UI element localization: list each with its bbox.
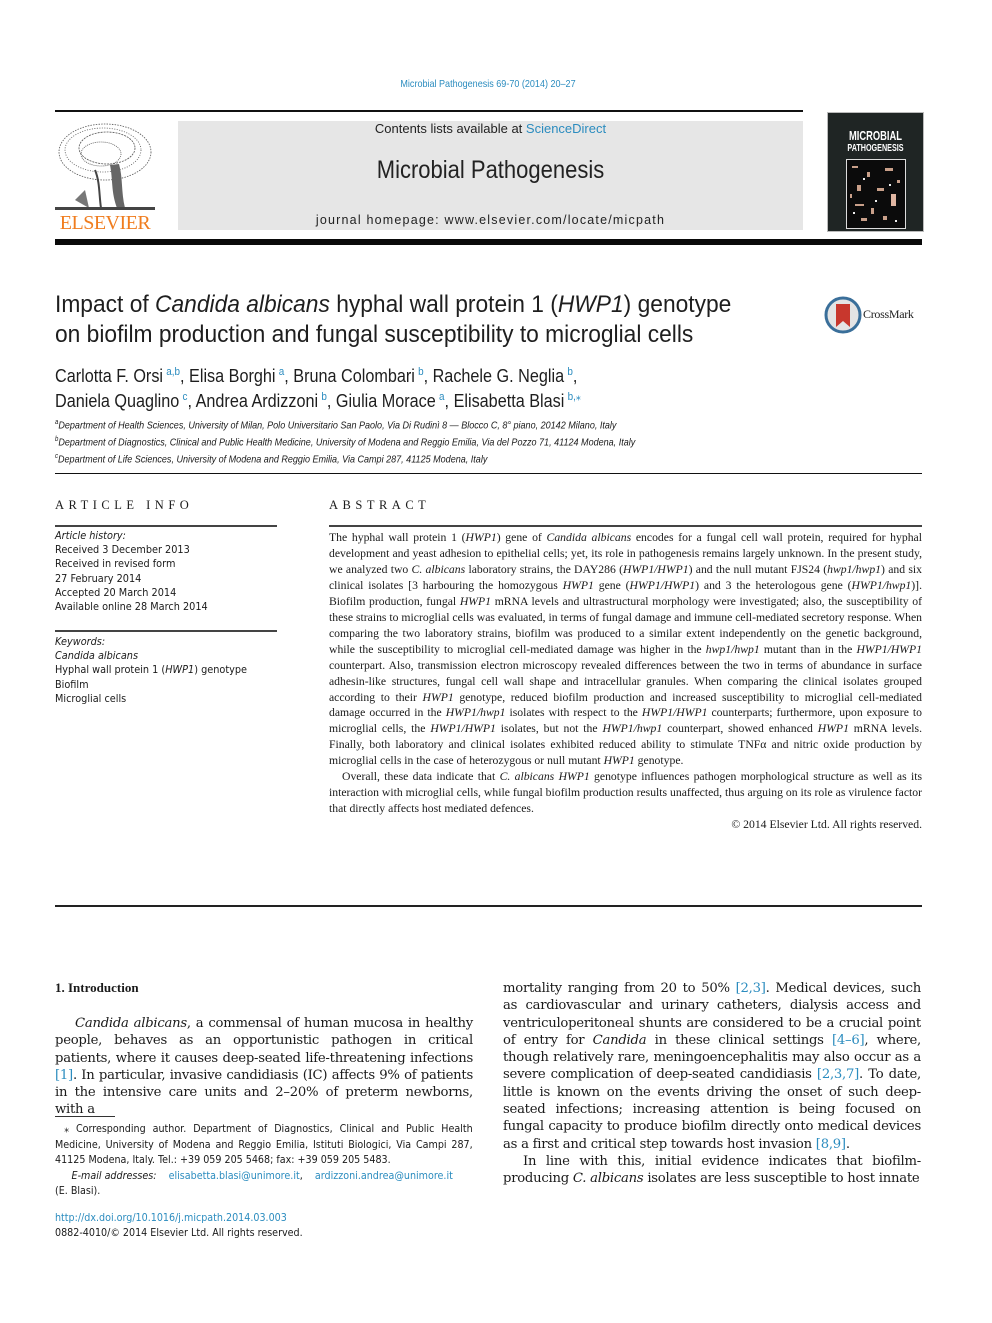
title-gene: HWP1 [557,291,624,318]
article-info-rule [55,525,277,527]
history-item: Received 3 December 2013 [55,543,190,557]
intro-left-column: Candida albicans, a commensal of human m… [55,1015,473,1119]
author[interactable]: Carlotta F. Orsi a,b [55,366,180,386]
keywords: Keywords: Candida albicans Hyphal wall p… [55,635,262,706]
article-title: Impact of Candida albicans hyphal wall p… [55,290,762,350]
keyword: Hyphal wall protein 1 (HWP1) genotype [55,663,248,677]
abstract-rule [329,525,922,527]
cover-title-line2: PATHOGENESIS [847,143,904,154]
keyword: Candida albicans [55,649,139,663]
author[interactable]: Elisa Borghi a [189,366,284,386]
affiliation: cDepartment of Life Sciences, University… [55,453,488,466]
keywords-label: Keywords: [55,635,106,648]
reference-link[interactable]: [1] [55,1068,73,1083]
author[interactable]: Giulia Morace a [336,391,445,411]
author-list: Carlotta F. Orsi a,b, Elisa Borghi a, Br… [55,366,581,411]
author[interactable]: Andrea Ardizzoni b [196,391,327,411]
contents-line: Contents lists available at ScienceDirec… [178,121,803,136]
intro-paragraph: Candida albicans, a commensal of human m… [55,1016,473,1118]
intro-paragraph: mortality ranging from 20 to 50% [2,3]. … [503,981,922,1152]
cover-micrograph [846,159,906,229]
contents-prefix: Contents lists available at [374,121,526,136]
title-part: Impact of [55,291,156,318]
author[interactable]: Elisabetta Blasi b,⁎ [454,391,581,411]
header-rule [55,110,803,112]
history-item: Available online 28 March 2014 [55,600,208,614]
journal-citation-link[interactable]: Microbial Pathogenesis 69-70 (2014) 20–2… [68,78,907,90]
email-link[interactable]: ardizzoni.andrea@unimore.it [315,1170,453,1182]
keyword: Biofilm [55,677,89,691]
abstract-bottom-rule [55,905,922,907]
history-item: 27 February 2014 [55,571,142,585]
author[interactable]: Rachele G. Neglia b [433,366,573,386]
elsevier-wordmark: ELSEVIER [59,212,151,234]
footnote-rule [55,1116,115,1117]
issn-copyright: 0882-4010/© 2014 Elsevier Ltd. All right… [55,1227,303,1239]
article-history: Article history: Received 3 December 201… [55,529,262,614]
email-label: E-mail addresses: [71,1169,157,1182]
keyword: Microglial cells [55,691,127,705]
reference-link[interactable]: [2,3,7] [817,1067,859,1082]
crossmark-label: CrossMark [863,307,914,321]
doi-block: http://dx.doi.org/10.1016/j.micpath.2014… [55,1211,303,1241]
title-part: hyphal wall protein 1 ( [329,291,558,318]
history-label: Article history: [55,529,126,542]
footnote: ⁎ Corresponding author. Department of Di… [55,1123,473,1197]
cover-title-line1: MICROBIAL [848,128,903,143]
abstract-heading: ABSTRACT [329,498,431,512]
reference-link[interactable]: [8,9] [816,1137,846,1152]
abstract-paragraph: Overall, these data indicate that C. alb… [329,770,923,816]
title-species: Candida albicans [155,291,330,318]
header-thick-rule [55,239,922,245]
history-item: Accepted 20 March 2014 [55,585,177,599]
crossmark-button[interactable]: CrossMark [824,296,924,336]
author[interactable]: Daniela Quaglino c [55,391,187,411]
affiliations: aDepartment of Health Sciences, Universi… [55,416,812,467]
corresponding-author-note: ⁎ Corresponding author. Department of Di… [55,1123,473,1166]
abstract-body: The hyphal wall protein 1 (HWP1) gene of… [329,530,922,833]
section-divider [55,473,922,474]
reference-link[interactable]: [2,3] [736,981,766,996]
history-item: Received in revised form [55,557,176,571]
journal-homepage-link[interactable]: journal homepage: www.elsevier.com/locat… [178,213,803,227]
affiliation: aDepartment of Health Sciences, Universi… [55,419,617,432]
reference-link[interactable]: [4–6] [832,1033,865,1048]
email-link[interactable]: elisabetta.blasi@unimore.it [169,1170,300,1182]
intro-right-column: mortality ranging from 20 to 50% [2,3]. … [503,980,921,1188]
crossmark-icon [824,296,862,334]
journal-title: Microbial Pathogenesis [376,156,605,184]
introduction-heading: 1. Introduction [55,980,139,995]
abstract-paragraph: The hyphal wall protein 1 (HWP1) gene of… [329,531,923,768]
email-owner: (E. Blasi). [55,1185,101,1197]
author[interactable]: Bruna Colombari b [293,366,423,386]
affiliation: bDepartment of Diagnostics, Clinical and… [55,436,636,449]
abstract-copyright: © 2014 Elsevier Ltd. All rights reserved… [731,818,922,832]
sciencedirect-link[interactable]: ScienceDirect [526,121,606,136]
journal-cover-image[interactable]: MICROBIAL PATHOGENESIS [827,112,924,232]
doi-link[interactable]: http://dx.doi.org/10.1016/j.micpath.2014… [55,1212,287,1224]
intro-paragraph: In line with this, initial evidence indi… [503,1153,921,1187]
article-info-heading: ARTICLE INFO [55,498,194,512]
keywords-rule [55,630,277,632]
